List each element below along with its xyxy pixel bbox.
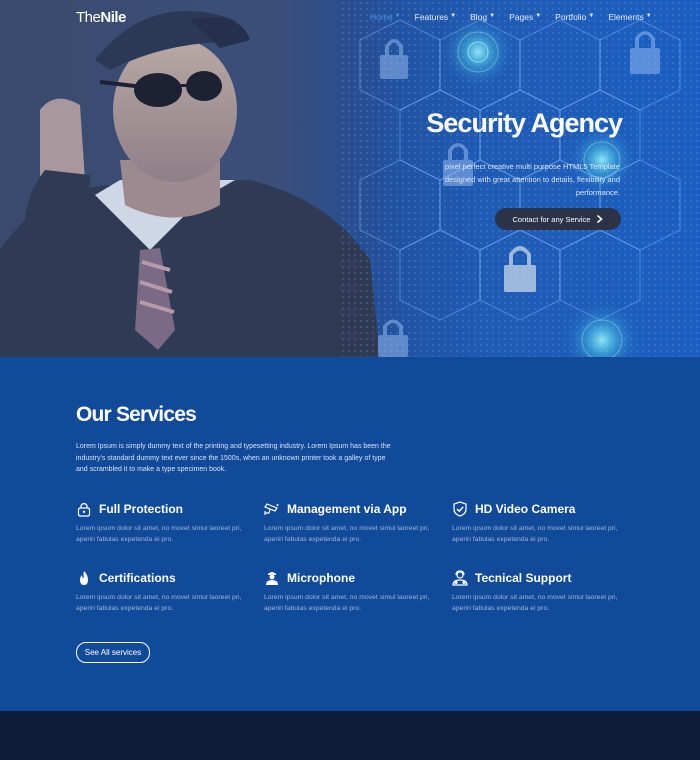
security-guard-icon [266,572,278,585]
service-name: Full Protection [99,502,183,516]
service-description: Lorem ipsum dolor sit amet, no movet sim… [452,525,618,543]
nav-item-portfolio[interactable]: Portfolio ▼ [555,12,594,22]
footer-section [0,711,700,760]
support-agent-icon [452,570,468,586]
chevron-down-icon: ▼ [450,13,457,19]
nav-label: Blog [470,12,488,22]
hero-description: pixel perfect creative multi purpose HTM… [444,162,620,197]
service-description: Lorem ipsum dolor sit amet, no movet sim… [76,594,242,612]
chevron-down-icon: ▼ [645,13,652,19]
services-title: Our Services [76,403,197,426]
nav-item-blog[interactable]: Blog ▼ [470,12,495,22]
service-item-hd-video-camera: HD Video Camera Lorem ipsum dolor sit am… [452,501,632,545]
contact-service-button[interactable]: Contact for any Service [495,208,621,230]
service-description: Lorem ipsum dolor sit amet, no movet sim… [76,525,242,543]
top-navigation-bar: TheNile Home ▼ Features ▼ Blog ▼ Pages ▼ Por… [0,0,700,36]
logo-light-text: The [76,9,101,26]
main-nav: Home ▼ Features ▼ Blog ▼ Pages ▼ Portfolio ▼ … [370,12,666,22]
service-name: HD Video Camera [475,502,576,516]
service-name: Tecnical Support [475,571,572,585]
nav-label: Home [370,12,393,22]
shield-check-icon [453,501,467,517]
see-all-services-button[interactable]: See All services [76,642,150,663]
service-item-microphone: Microphone Lorem ipsum dolor sit amet, n… [264,570,444,614]
contact-service-label: Contact for any Service [512,214,591,224]
chevron-down-icon: ▼ [588,13,595,19]
nav-label: Pages [509,12,534,22]
service-item-technical-support: Tecnical Support Lorem ipsum dolor sit a… [452,570,632,614]
chevron-down-icon: ▼ [535,13,542,19]
service-name: Microphone [287,571,355,585]
services-section: Our Services Lorem Ipsum is simply dummy… [0,357,700,711]
lock-icon [77,502,91,517]
logo-bold-text: Nile [100,9,126,26]
nav-label: Features [414,12,449,22]
hero-section: TheNile Home ▼ Features ▼ Blog ▼ Pages ▼ Por… [0,0,700,357]
service-item-certifications: Certifications Lorem ipsum dolor sit ame… [76,570,256,614]
service-name: Management via App [287,502,407,516]
service-description: Lorem ipsum dolor sit amet, no movet sim… [264,525,430,543]
service-description: Lorem ipsum dolor sit amet, no movet sim… [452,594,618,612]
service-item-full-protection: Full Protection Lorem ipsum dolor sit am… [76,501,256,545]
flame-icon [80,571,88,585]
services-intro: Lorem Ipsum is simply dummy text of the … [76,443,391,473]
chevron-right-icon [597,215,604,223]
nav-item-home[interactable]: Home ▼ [370,12,401,22]
chevron-down-icon: ▼ [394,13,401,19]
nav-item-pages[interactable]: Pages ▼ [509,12,541,22]
service-name: Certifications [99,571,176,585]
nav-label: Elements [608,12,644,22]
cctv-camera-icon [264,503,279,515]
brand-logo[interactable]: TheNile [76,9,126,26]
nav-label: Portfolio [555,12,587,22]
hero-title: Security Agency [426,108,623,138]
chevron-down-icon: ▼ [489,13,496,19]
service-description: Lorem ipsum dolor sit amet, no movet sim… [264,594,430,612]
nav-item-elements[interactable]: Elements ▼ [608,12,651,22]
nav-item-features[interactable]: Features ▼ [415,12,457,22]
service-item-management-app: Management via App Lorem ipsum dolor sit… [264,501,444,545]
